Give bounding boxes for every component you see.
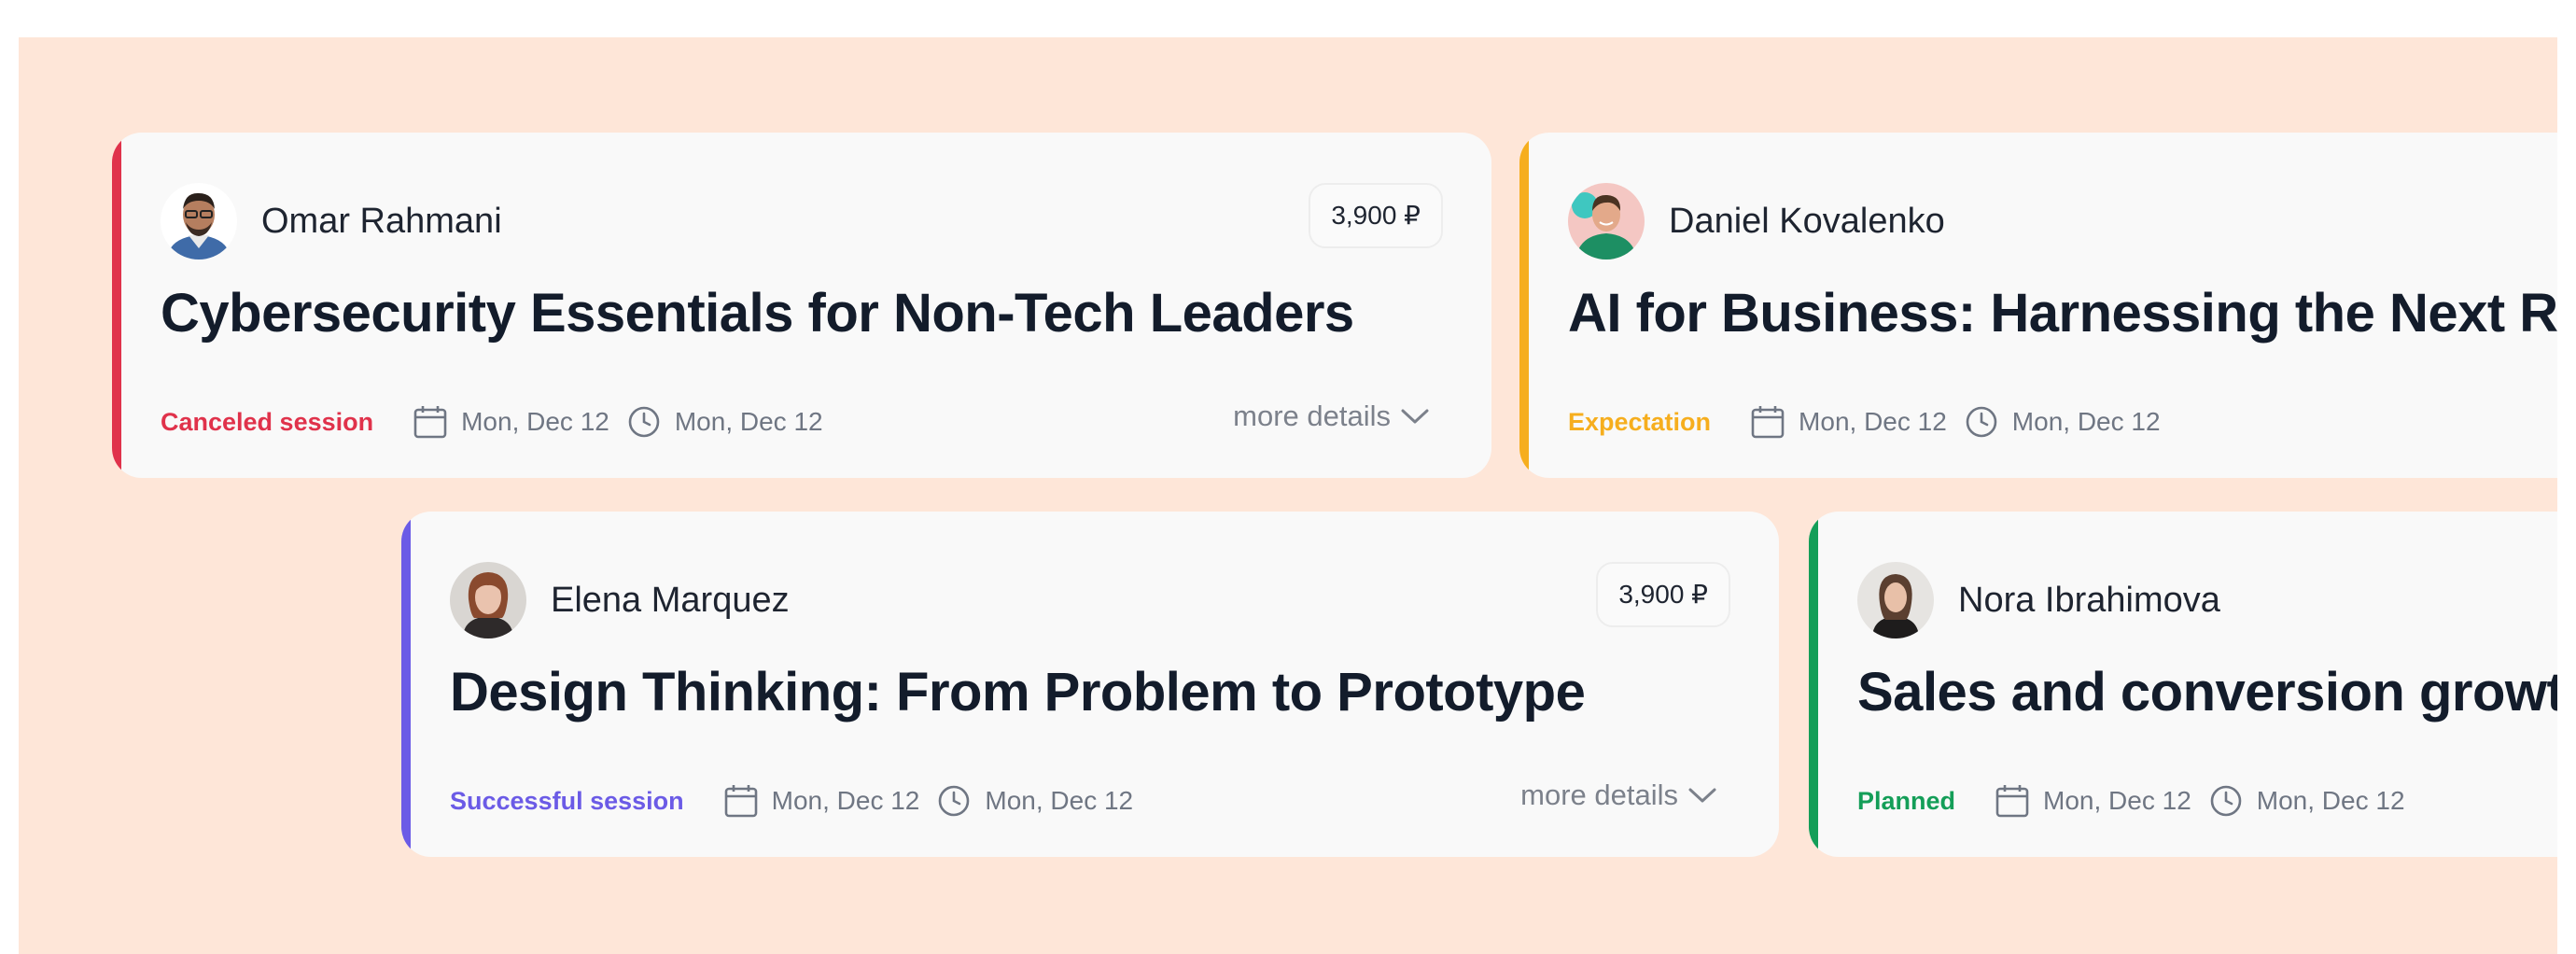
session-time: Mon, Dec 12 bbox=[2011, 407, 2161, 436]
calendar-icon bbox=[413, 403, 448, 441]
avatar bbox=[450, 562, 526, 638]
author-name: Daniel Kovalenko bbox=[1669, 202, 1945, 241]
session-time: Mon, Dec 12 bbox=[674, 407, 823, 436]
author-name: Omar Rahmani bbox=[261, 202, 502, 241]
avatar bbox=[161, 183, 237, 260]
chevron-down-icon bbox=[1688, 788, 1716, 803]
clock-icon bbox=[936, 782, 972, 820]
avatar bbox=[1568, 183, 1645, 260]
status-badge: Canceled session bbox=[161, 407, 374, 436]
session-meta: Successful session Mon, Dec 12 Mon, Dec … bbox=[450, 780, 1150, 821]
calendar-icon bbox=[1995, 782, 2030, 820]
author-name: Nora Ibrahimova bbox=[1958, 581, 2220, 620]
session-meta: Planned Mon, Dec 12 Mon, Dec 12 bbox=[1857, 780, 2422, 821]
more-details-button[interactable]: more details bbox=[1520, 779, 1717, 812]
more-details-label: more details bbox=[1520, 779, 1678, 811]
session-time: Mon, Dec 12 bbox=[985, 786, 1134, 815]
session-title: AI for Business: Harnessing the Next Re bbox=[1568, 283, 2557, 344]
session-title: Cybersecurity Essentials for Non-Tech Le… bbox=[161, 283, 1354, 344]
chevron-down-icon bbox=[1401, 409, 1429, 424]
status-accent-bar bbox=[1809, 512, 1818, 857]
session-date: Mon, Dec 12 bbox=[2043, 786, 2191, 815]
session-meta: Expectation Mon, Dec 12 Mon, Dec 12 bbox=[1568, 401, 2177, 442]
clock-icon bbox=[2208, 782, 2244, 820]
session-card[interactable]: Nora Ibrahimova Sales and conversion gro… bbox=[1809, 512, 2557, 857]
avatar bbox=[1857, 562, 1934, 638]
session-date: Mon, Dec 12 bbox=[771, 786, 920, 815]
status-badge: Planned bbox=[1857, 786, 1956, 815]
author-name: Elena Marquez bbox=[551, 581, 790, 620]
status-badge: Expectation bbox=[1568, 407, 1712, 436]
clock-icon bbox=[626, 403, 662, 441]
status-accent-bar bbox=[112, 133, 121, 478]
calendar-icon bbox=[1750, 403, 1785, 441]
more-details-button[interactable]: more details bbox=[1233, 400, 1430, 433]
price-badge: 3,900 ₽ bbox=[1596, 562, 1730, 627]
session-title: Sales and conversion growt bbox=[1857, 662, 2557, 723]
session-card[interactable]: Omar Rahmani 3,900 ₽ Cybersecurity Essen… bbox=[112, 133, 1491, 478]
session-meta: Canceled session Mon, Dec 12 Mon, Dec 12 bbox=[161, 401, 840, 442]
status-badge: Successful session bbox=[450, 786, 684, 815]
session-title: Design Thinking: From Problem to Prototy… bbox=[450, 662, 1586, 723]
status-accent-bar bbox=[401, 512, 411, 857]
session-time: Mon, Dec 12 bbox=[2256, 786, 2405, 815]
session-card[interactable]: Daniel Kovalenko AI for Business: Harnes… bbox=[1519, 133, 2557, 478]
sessions-panel: Omar Rahmani 3,900 ₽ Cybersecurity Essen… bbox=[19, 37, 2557, 954]
status-accent-bar bbox=[1519, 133, 1529, 478]
clock-icon bbox=[1964, 403, 1999, 441]
session-card[interactable]: Elena Marquez 3,900 ₽ Design Thinking: F… bbox=[401, 512, 1779, 857]
more-details-label: more details bbox=[1233, 400, 1391, 432]
session-date: Mon, Dec 12 bbox=[461, 407, 609, 436]
price-badge: 3,900 ₽ bbox=[1309, 183, 1443, 248]
session-date: Mon, Dec 12 bbox=[1799, 407, 1947, 436]
calendar-icon bbox=[723, 782, 759, 820]
